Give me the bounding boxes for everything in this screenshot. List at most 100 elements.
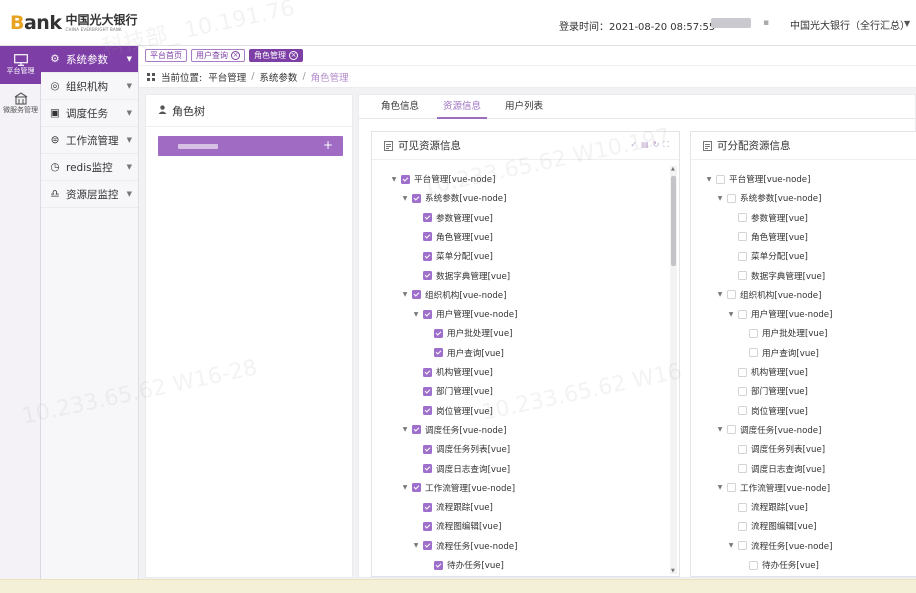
- caret-down-icon[interactable]: ▼: [412, 311, 420, 318]
- close-icon[interactable]: ×: [289, 51, 298, 60]
- tree-node[interactable]: ▼流程跟踪[vue]: [727, 499, 808, 515]
- node-checkbox[interactable]: [412, 425, 421, 435]
- node-checkbox[interactable]: [749, 328, 758, 338]
- scroll-up-icon[interactable]: ▲: [671, 166, 675, 172]
- check-icon[interactable]: ✓: [630, 140, 637, 150]
- tree-node[interactable]: ▼流程跟踪[vue]: [412, 499, 493, 515]
- tree-node[interactable]: ▼ 调度任务[vue-node]: [401, 422, 506, 438]
- tree-node[interactable]: ▼ 工作流管理[vue-node]: [716, 480, 830, 496]
- caret-down-icon[interactable]: ▼: [705, 176, 713, 183]
- iconbar-item[interactable]: 微服务管理: [0, 84, 41, 122]
- node-checkbox[interactable]: [412, 483, 421, 493]
- tree-node[interactable]: ▼ 平台管理[vue-node]: [705, 171, 810, 187]
- node-checkbox[interactable]: [423, 386, 432, 396]
- node-checkbox[interactable]: [434, 348, 443, 358]
- tree-node[interactable]: ▼ 平台管理[vue-node]: [390, 171, 495, 187]
- node-checkbox[interactable]: [738, 213, 747, 223]
- sidebar-item[interactable]: ▣ 调度任务 ▼: [41, 100, 138, 127]
- tree-node[interactable]: ▼ 组织机构[vue-node]: [716, 287, 821, 303]
- node-checkbox[interactable]: [412, 193, 421, 203]
- caret-down-icon[interactable]: ▼: [727, 311, 735, 318]
- tree-node[interactable]: ▼部门管理[vue]: [727, 383, 808, 399]
- tree-node[interactable]: ▼用户批处理[vue]: [423, 325, 513, 341]
- node-checkbox[interactable]: [423, 367, 432, 377]
- refresh-icon[interactable]: ↻: [653, 140, 660, 150]
- node-checkbox[interactable]: [749, 560, 758, 570]
- caret-down-icon[interactable]: ▼: [716, 195, 724, 202]
- page-tab[interactable]: 用户查询 ×: [191, 49, 245, 62]
- node-checkbox[interactable]: [423, 444, 432, 454]
- tree-node[interactable]: ▼角色管理[vue]: [727, 229, 808, 245]
- org-selector[interactable]: 中国光大银行（全行汇总）: [790, 17, 910, 32]
- tree-node[interactable]: ▼调度日志查询[vue]: [727, 461, 825, 477]
- tree-node[interactable]: ▼待办任务[vue]: [738, 557, 819, 572]
- username-masked[interactable]: [711, 18, 751, 28]
- tree-node[interactable]: ▼数据字典管理[vue]: [412, 268, 510, 284]
- node-checkbox[interactable]: [738, 502, 747, 512]
- node-checkbox[interactable]: [434, 560, 443, 570]
- tree-node[interactable]: ▼待办任务[vue]: [423, 557, 504, 572]
- tree-node[interactable]: ▼ 系统参数[vue-node]: [401, 190, 506, 206]
- node-checkbox[interactable]: [716, 174, 725, 184]
- node-checkbox[interactable]: [423, 502, 432, 512]
- node-checkbox[interactable]: [434, 328, 443, 338]
- caret-down-icon[interactable]: ▼: [390, 176, 398, 183]
- close-icon[interactable]: ×: [231, 51, 240, 60]
- node-checkbox[interactable]: [738, 521, 747, 531]
- node-checkbox[interactable]: [738, 367, 747, 377]
- tree-node[interactable]: ▼用户批处理[vue]: [738, 325, 828, 341]
- tree-node[interactable]: ▼机构管理[vue]: [412, 364, 493, 380]
- node-checkbox[interactable]: [738, 406, 747, 416]
- caret-down-icon[interactable]: ▼: [727, 542, 735, 549]
- scrollbar-thumb[interactable]: [671, 176, 676, 266]
- sidebar-item[interactable]: ◷ redis监控 ▼: [41, 154, 138, 181]
- iconbar-item[interactable]: 平台管理: [0, 46, 41, 84]
- tree-node[interactable]: ▼调度任务列表[vue]: [727, 441, 825, 457]
- detail-tab[interactable]: 角色信息: [369, 98, 431, 118]
- tree-node[interactable]: ▼菜单分配[vue]: [727, 248, 808, 264]
- node-checkbox[interactable]: [423, 232, 432, 242]
- page-tab[interactable]: 角色管理 ×: [249, 49, 303, 62]
- node-checkbox[interactable]: [423, 251, 432, 261]
- node-checkbox[interactable]: [412, 290, 421, 300]
- tree-node[interactable]: ▼参数管理[vue]: [412, 210, 493, 226]
- tree-node[interactable]: ▼ 用户管理[vue-node]: [412, 306, 517, 322]
- tree-node[interactable]: ▼岗位管理[vue]: [727, 403, 808, 419]
- tree-node[interactable]: ▼流程图编辑[vue]: [412, 518, 502, 534]
- node-checkbox[interactable]: [423, 309, 432, 319]
- node-checkbox[interactable]: [738, 309, 747, 319]
- node-checkbox[interactable]: [423, 541, 432, 551]
- caret-down-icon[interactable]: ▼: [412, 542, 420, 549]
- tree-node[interactable]: ▼ 系统参数[vue-node]: [716, 190, 821, 206]
- breadcrumb-item[interactable]: 平台管理: [208, 70, 246, 84]
- tree-node[interactable]: ▼流程图编辑[vue]: [727, 518, 817, 534]
- caret-down-icon[interactable]: ▼: [401, 484, 409, 491]
- node-checkbox[interactable]: [423, 213, 432, 223]
- tree-node[interactable]: ▼岗位管理[vue]: [412, 403, 493, 419]
- tree-node[interactable]: ▼调度任务列表[vue]: [412, 441, 510, 457]
- scroll-down-icon[interactable]: ▼: [671, 568, 675, 574]
- tree-node[interactable]: ▼ 工作流管理[vue-node]: [401, 480, 515, 496]
- node-checkbox[interactable]: [401, 174, 410, 184]
- tree-scrollbar[interactable]: ▲ ▼: [670, 166, 677, 574]
- sidebar-item[interactable]: ♎ 资源层监控 ▼: [41, 181, 138, 208]
- breadcrumb-item[interactable]: 系统参数: [259, 70, 297, 84]
- chevron-down-icon[interactable]: ▼: [904, 19, 910, 28]
- node-checkbox[interactable]: [738, 541, 747, 551]
- sidebar-item[interactable]: ◎ 组织机构 ▼: [41, 73, 138, 100]
- add-role-button[interactable]: +: [323, 138, 333, 152]
- node-checkbox[interactable]: [738, 444, 747, 454]
- tree-node[interactable]: ▼ 组织机构[vue-node]: [401, 287, 506, 303]
- tree-node[interactable]: ▼用户查询[vue]: [738, 345, 819, 361]
- role-tree-node-selected[interactable]: +: [158, 136, 343, 156]
- node-checkbox[interactable]: [423, 406, 432, 416]
- node-checkbox[interactable]: [423, 464, 432, 473]
- caret-down-icon[interactable]: ▼: [716, 291, 724, 298]
- detail-tab[interactable]: 资源信息: [431, 98, 493, 119]
- node-checkbox[interactable]: [423, 521, 432, 531]
- sidebar-item[interactable]: ⚙ 系统参数 ▼: [41, 46, 138, 73]
- node-checkbox[interactable]: [727, 290, 736, 300]
- tree-node[interactable]: ▼部门管理[vue]: [412, 383, 493, 399]
- tree-node[interactable]: ▼ 流程任务[vue-node]: [727, 538, 832, 554]
- tree-node[interactable]: ▼机构管理[vue]: [727, 364, 808, 380]
